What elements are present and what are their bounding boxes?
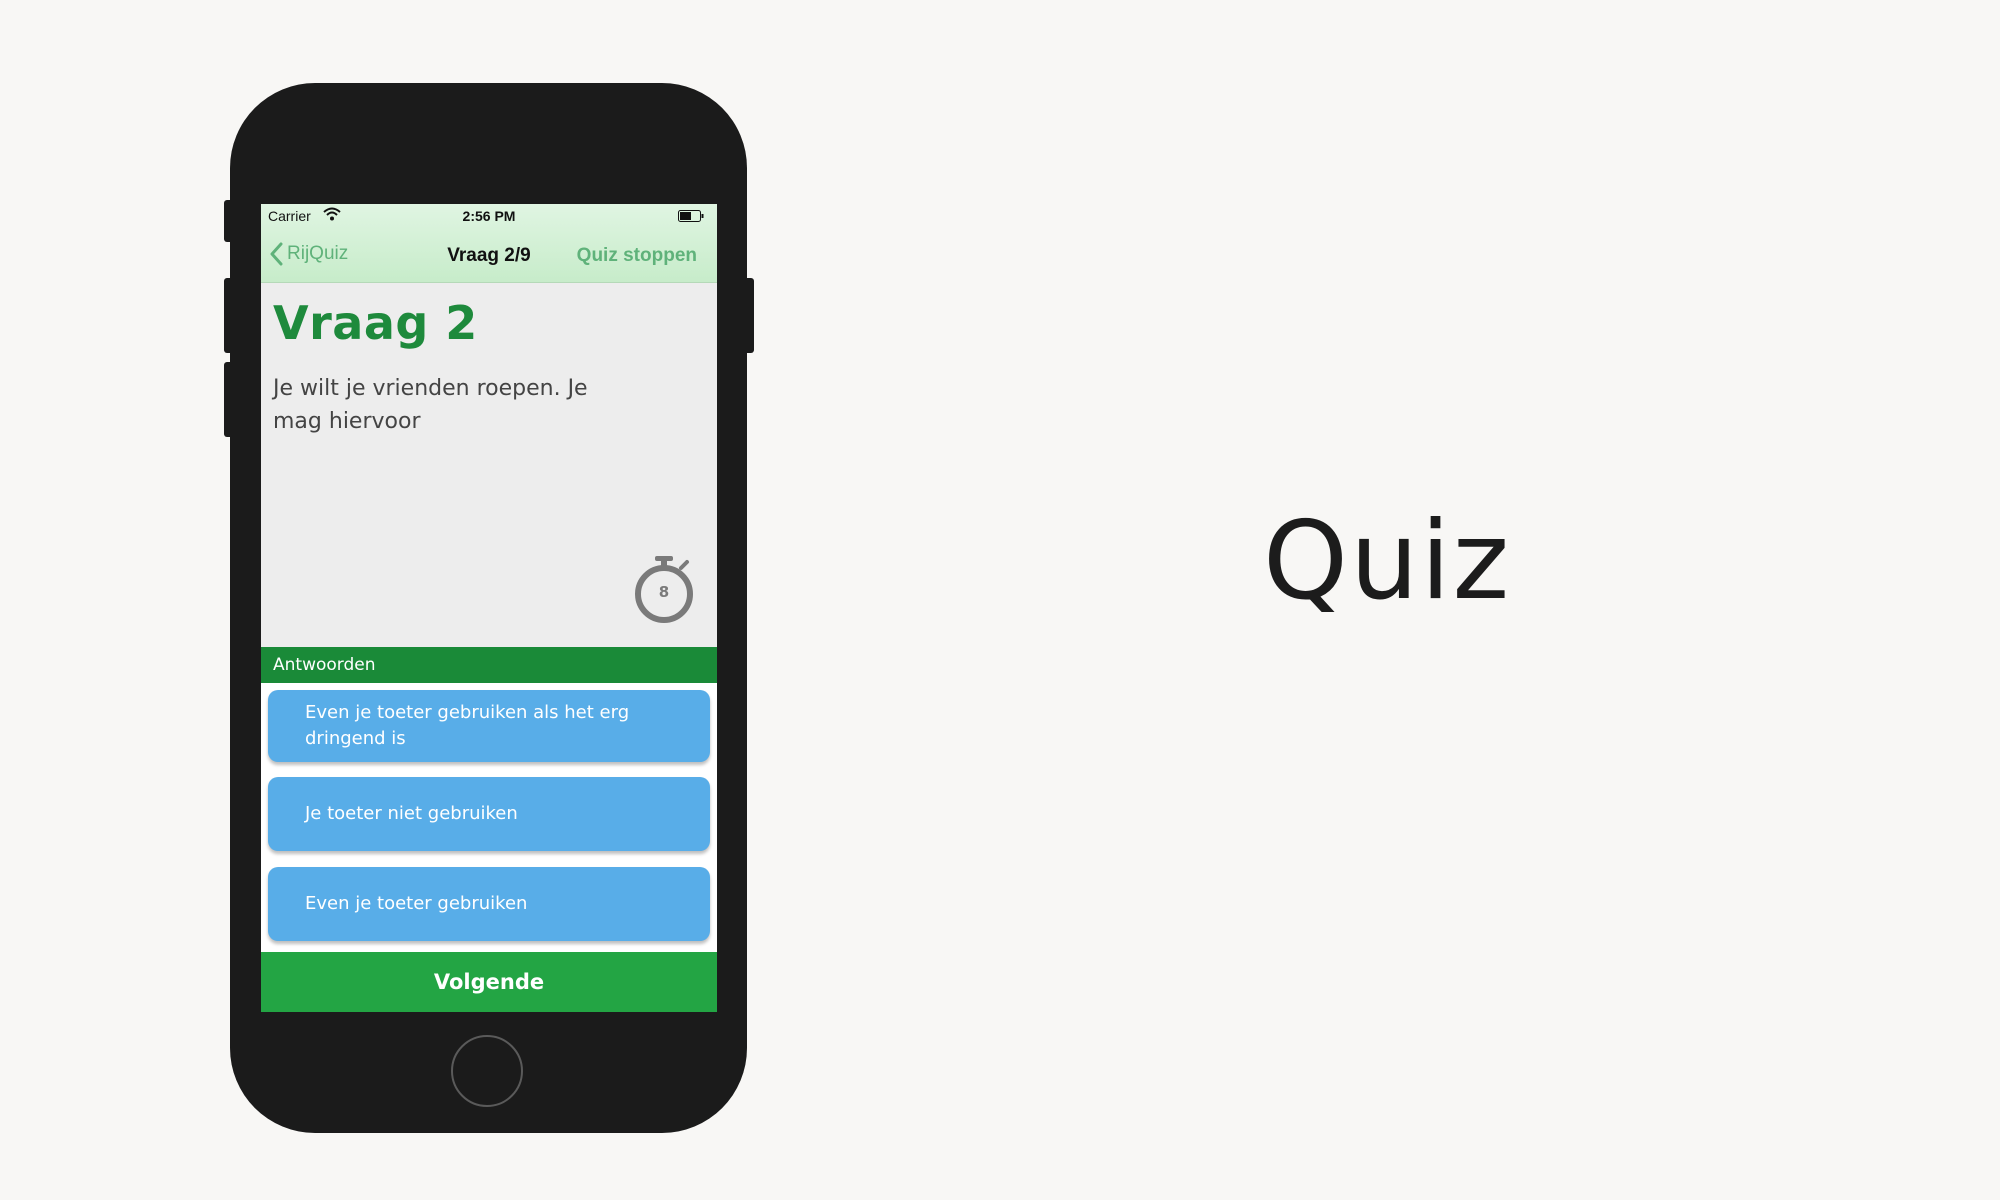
next-button[interactable]: Volgende [261, 952, 717, 1012]
caption-heading: Quiz [1263, 499, 1512, 624]
answer-option-2[interactable]: Je toeter niet gebruiken [268, 777, 710, 851]
answer-option-3[interactable]: Even je toeter gebruiken [268, 867, 710, 941]
timer-value: 8 [658, 583, 670, 601]
status-bar: Carrier 2:56 PM [261, 204, 717, 228]
answers-header-label: Antwoorden [273, 655, 376, 675]
answer-option-1[interactable]: Even je toeter gebruiken als het erg dri… [268, 690, 710, 762]
battery-icon [678, 210, 704, 222]
home-button[interactable] [451, 1035, 523, 1107]
navigation-bar: RijQuiz Vraag 2/9 Quiz stoppen [261, 228, 717, 282]
question-title: Vraag 2 [273, 296, 478, 350]
status-time: 2:56 PM [462, 208, 516, 224]
top-bar: Carrier 2:56 PM RijQuiz Vraag 2/9 Quiz s… [261, 204, 717, 283]
quiz-stop-button[interactable]: Quiz stoppen [577, 245, 697, 267]
phone-screen: Carrier 2:56 PM RijQuiz Vraag 2/9 Quiz s… [261, 204, 717, 1012]
answers-header: Antwoorden [261, 647, 717, 683]
question-text: Je wilt je vrienden roepen. Je mag hierv… [273, 376, 588, 434]
